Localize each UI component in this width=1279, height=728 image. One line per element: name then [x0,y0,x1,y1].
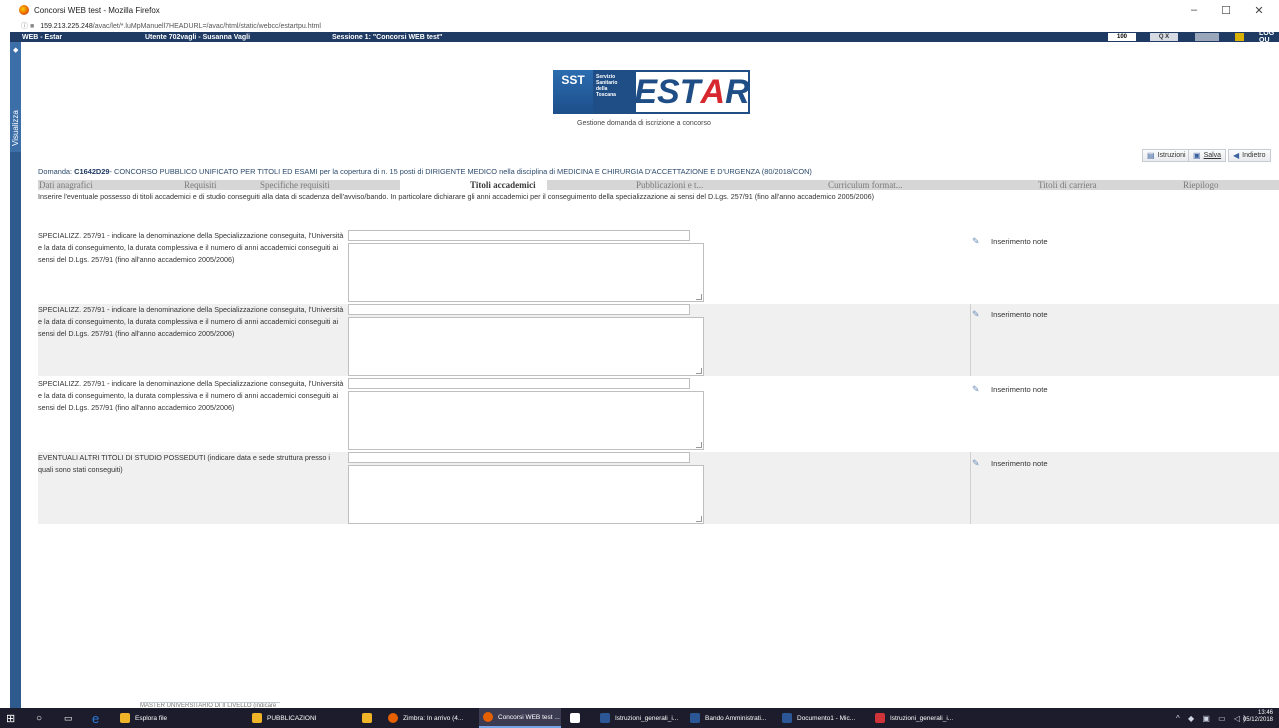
start-icon[interactable]: ⊞ [6,708,15,728]
tab-titoli-carriera[interactable]: Titoli di carriera [1038,180,1097,190]
tab-requisiti[interactable]: Requisiti [184,180,217,190]
tab-curriculum[interactable]: Curriculum format... [828,180,902,190]
edit-note-icon[interactable]: ✎ [972,309,982,319]
specializzazione-input[interactable] [348,230,690,241]
tab-riepilogo[interactable]: Riepilogo [1183,180,1219,190]
toolbar-icons[interactable] [1195,33,1219,41]
sidebar-handle[interactable]: ◆ Visualizza [10,42,21,152]
site-info-icon[interactable]: ⓘ ■ [21,21,34,31]
folder-icon [252,713,262,723]
browser-title-bar: Concorsi WEB test - Mozilla Firefox – ☐ … [0,0,1279,20]
sst-logo-text: Servizio Sanitario della Toscana [593,70,634,114]
specializzazione-textarea[interactable] [348,391,704,450]
taskbar-item-bando[interactable]: Bando Amministrati... [690,708,766,728]
document-icon: ▤ [1147,151,1155,160]
minimize-button[interactable]: – [1180,0,1208,20]
titolo-section-2: SPECIALIZZ. 257/91 - indicare la denomin… [38,304,1279,376]
specializzazione-textarea[interactable] [348,317,704,376]
store-icon [362,713,372,723]
edit-note-icon[interactable]: ✎ [972,458,982,468]
specializzazione-textarea[interactable] [348,243,704,302]
altri-titoli-input[interactable] [348,452,690,463]
indietro-button[interactable]: ◀ Indietro [1228,149,1271,162]
window-title: Concorsi WEB test - Mozilla Firefox [34,5,160,15]
search-field[interactable]: Q X [1150,33,1178,41]
user-info: Utente 702vagli - Susanna Vagli [145,33,251,41]
tab-titoli-accademici[interactable]: Titoli accademici [400,180,547,190]
edit-note-icon[interactable]: ✎ [972,236,982,246]
altri-titoli-textarea[interactable] [348,465,704,524]
edit-note-icon[interactable]: ✎ [972,384,982,394]
taskbar-item-istruzioni-1[interactable]: Istruzioni_generali_i... [600,708,678,728]
field-label: EVENTUALI ALTRI TITOLI DI STUDIO POSSEDU… [38,453,330,475]
session-info: Sessione 1: "Concorsi WEB test" [332,33,443,41]
column-divider [970,304,971,376]
istruzioni-button[interactable]: ▤ Istruzioni [1142,149,1191,162]
column-divider [970,452,971,524]
titolo-section-4: EVENTUALI ALTRI TITOLI DI STUDIO POSSEDU… [38,452,1279,524]
system-tray-icons[interactable]: ^ ◆ ▣ ▭ ◁) [1176,708,1249,728]
field-label: SPECIALIZZ. 257/91 - indicare la denomin… [38,231,344,265]
application-heading: Domanda: C1642D29- CONCORSO PUBBLICO UNI… [38,167,812,176]
specializzazione-input[interactable] [348,304,690,315]
specializzazione-input[interactable] [348,378,690,389]
url-text[interactable]: 159.213.225.248/avac/let/*.luMpManuell7H… [40,23,321,30]
tab-dati-anagrafici[interactable]: Dati anagrafici [39,180,93,190]
mail-icon [570,713,580,723]
folder-icon [120,713,130,723]
sidebar-toggle-label[interactable]: Visualizza [11,110,20,146]
taskbar-item-istruzioni-2[interactable]: Istruzioni_generali_i... [875,708,953,728]
titolo-section-3: SPECIALIZZ. 257/91 - indicare la denomin… [38,378,1279,450]
folder-icon[interactable] [1235,33,1244,41]
clock[interactable]: 13:46 05/12/2018 [1243,710,1273,724]
form-tabs: Dati anagrafici Requisiti Specifiche req… [38,180,1279,190]
application-code: C1642D29 [74,167,110,176]
app-name: WEB - Estar [22,33,63,41]
taskbar-item-store[interactable] [362,708,377,728]
instructions-text: Inserire l'eventuale possesso di titoli … [38,192,874,201]
firefox-icon [483,712,493,722]
estar-logo: SST Servizio Sanitario della Toscana EST… [553,70,750,120]
back-icon: ◀ [1233,151,1240,160]
save-icon: ▣ [1193,151,1201,160]
taskbar-item-concorsi[interactable]: Concorsi WEB test ... [479,708,561,728]
taskbar-item-pubblicazioni[interactable]: PUBBLICAZIONI [252,708,316,728]
pdf-icon [875,713,885,723]
estar-wordmark: EST A R [634,70,750,114]
address-bar[interactable]: ⓘ ■ 159.213.225.248/avac/let/*.luMpManue… [0,20,1279,32]
taskbar-item-mail[interactable] [570,708,585,728]
salva-button[interactable]: ▣ Salva [1188,149,1227,162]
close-button[interactable]: ✕ [1245,0,1273,20]
app-header-bar: WEB - Estar Utente 702vagli - Susanna Va… [10,30,1279,44]
windows-taskbar: ⊞ ○ ▭ e Esplora file PUBBLICAZIONI Zimbr… [0,708,1279,728]
tab-specifiche-requisiti[interactable]: Specifiche requisiti [260,180,330,190]
note-link[interactable]: ✎ Inserimento note [972,384,1048,394]
word-icon [600,713,610,723]
firefox-icon [19,5,29,15]
word-icon [782,713,792,723]
left-sidebar[interactable]: ◆ Visualizza [10,42,21,728]
taskbar-item-zimbra[interactable]: Zimbra: In arrivo (4... [388,708,463,728]
pin-icon[interactable]: ◆ [13,46,18,54]
edge-icon[interactable]: e [92,708,99,728]
titolo-section-1: SPECIALIZZ. 257/91 - indicare la denomin… [38,230,1279,302]
zoom-field[interactable]: 100 [1108,33,1136,41]
logout-button[interactable]: LOG OU [1259,30,1279,44]
firefox-icon [388,713,398,723]
logo-caption: Gestione domanda di iscrizione a concors… [577,120,711,127]
task-view-icon[interactable]: ▭ [64,708,73,728]
taskbar-item-explorer[interactable]: Esplora file [120,708,167,728]
sst-logo: SST [553,70,593,114]
field-label: SPECIALIZZ. 257/91 - indicare la denomin… [38,305,344,339]
note-link[interactable]: ✎ Inserimento note [972,458,1048,468]
maximize-button[interactable]: ☐ [1212,0,1240,20]
note-link[interactable]: ✎ Inserimento note [972,309,1048,319]
word-icon [690,713,700,723]
note-link[interactable]: ✎ Inserimento note [972,236,1048,246]
tab-pubblicazioni[interactable]: Pubblicazioni e t... [636,180,703,190]
field-label: SPECIALIZZ. 257/91 - indicare la denomin… [38,379,344,413]
search-icon[interactable]: ○ [36,708,42,728]
taskbar-item-documento1[interactable]: Documento1 - Mic... [782,708,855,728]
